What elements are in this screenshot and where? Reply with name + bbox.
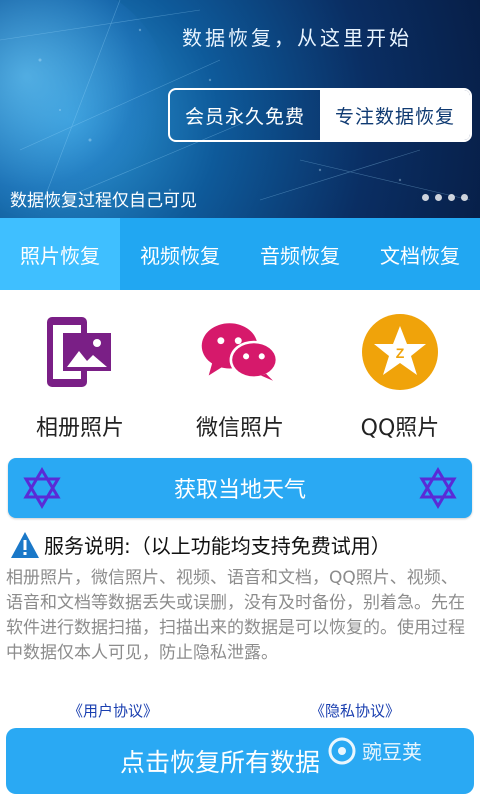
feature-label: 微信照片 <box>195 416 284 441</box>
watermark-text: 豌豆荚 <box>362 740 422 764</box>
star-of-david-icon <box>419 467 457 509</box>
agreement-links: 《用户协议》 《隐私协议》 <box>0 700 480 724</box>
watermark: 豌豆荚 <box>328 736 422 765</box>
membership-label: 会员永久免费 <box>184 105 305 128</box>
carousel-dot[interactable] <box>461 194 468 201</box>
feature-label: 相册照片 <box>35 416 124 441</box>
tab-audio-recovery[interactable]: 音频恢复 <box>240 218 360 290</box>
tab-video-recovery[interactable]: 视频恢复 <box>120 218 240 290</box>
feature-wechat-photos[interactable]: 微信照片 <box>160 290 320 445</box>
feature-label: QQ照片 <box>360 416 440 441</box>
wechat-icon <box>200 312 280 392</box>
service-notice: 服务说明:（以上功能均支持免费试用） <box>10 530 470 559</box>
banner: 数据恢复，从这里开始 会员永久免费 专注数据恢复 数据恢复过程仅自己可见 <box>0 0 480 218</box>
tab-document-recovery[interactable]: 文档恢复 <box>360 218 480 290</box>
tab-photo-recovery[interactable]: 照片恢复 <box>0 218 120 290</box>
service-description: 相册照片，微信照片、视频、语音和文档，QQ照片、视频、语音和文档等数据丢失或误删… <box>6 568 465 663</box>
recovery-tabs: 照片恢复 视频恢复 音频恢复 文档恢复 <box>0 218 480 290</box>
carousel-dot[interactable] <box>448 194 455 201</box>
album-photo-icon <box>40 312 120 392</box>
weather-label: 获取当地天气 <box>173 478 306 503</box>
wandoujia-logo-icon <box>328 737 356 764</box>
banner-title: 数据恢复，从这里开始 <box>182 26 412 50</box>
recover-all-label: 点击恢复所有数据 <box>119 748 320 777</box>
svg-text:Z: Z <box>396 345 405 361</box>
banner-pill: 会员永久免费 专注数据恢复 <box>168 88 472 142</box>
banner-caption: 数据恢复过程仅自己可见 <box>10 191 197 211</box>
user-agreement-link[interactable]: 《用户协议》 <box>68 700 158 721</box>
focus-label: 专注数据恢复 <box>320 90 470 140</box>
warning-icon <box>11 531 39 558</box>
privacy-agreement-link[interactable]: 《隐私协议》 <box>310 700 400 721</box>
carousel-indicator[interactable] <box>422 194 468 201</box>
feature-qq-photos[interactable]: Z QQ照片 <box>320 290 480 445</box>
get-weather-button[interactable]: 获取当地天气 <box>8 458 472 518</box>
star-of-david-icon <box>23 467 61 509</box>
feature-album-photos[interactable]: 相册照片 <box>0 290 160 445</box>
qq-icon: Z <box>360 312 440 392</box>
feature-grid: 相册照片 微信照片 Z QQ照片 <box>0 290 480 445</box>
carousel-dot[interactable] <box>435 194 442 201</box>
carousel-dot[interactable] <box>422 194 429 201</box>
service-notice-title: 服务说明:（以上功能均支持免费试用） <box>44 534 391 558</box>
